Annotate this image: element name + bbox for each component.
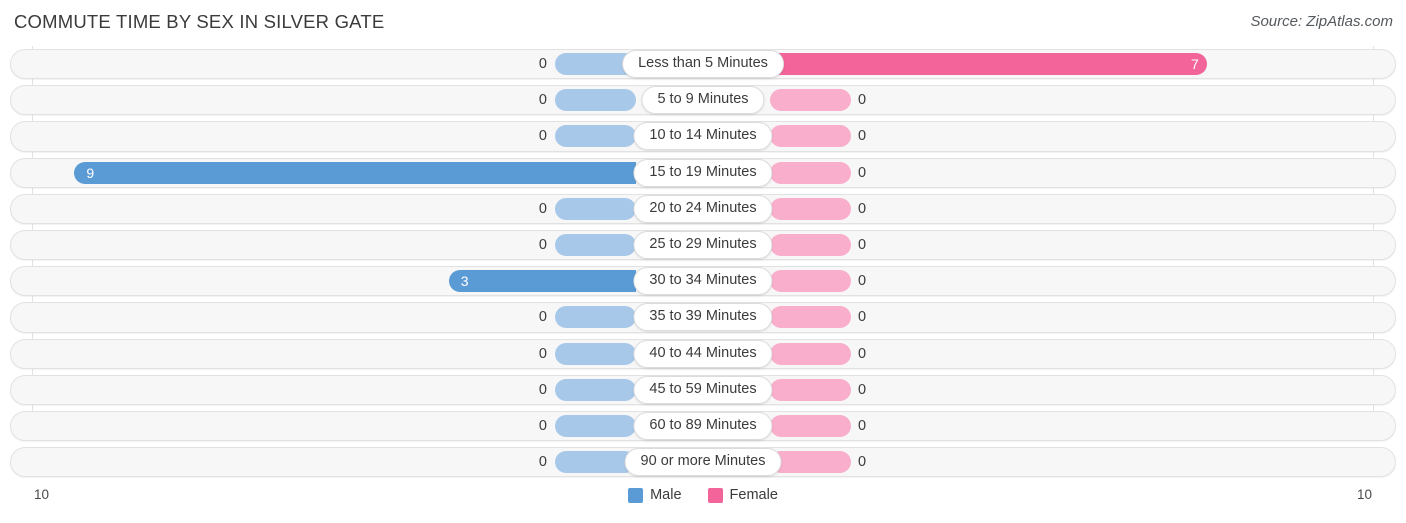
male-value-label: 0 — [538, 417, 547, 434]
page-title: COMMUTE TIME BY SEX IN SILVER GATE — [14, 11, 385, 32]
female-bar[interactable] — [770, 234, 851, 257]
category-label-pill: Less than 5 Minutes — [622, 50, 784, 79]
male-bar[interactable] — [555, 342, 636, 365]
legend-label: Female — [729, 487, 778, 503]
female-value-label: 0 — [858, 417, 867, 434]
legend-item[interactable]: Male — [628, 487, 682, 503]
bar-row: 0 0 25 to 29 Minutes — [0, 227, 1406, 263]
source-label: Source: ZipAtlas.com — [1250, 13, 1393, 30]
bar-row: 0 0 10 to 14 Minutes — [0, 118, 1406, 154]
male-bar[interactable] — [555, 197, 636, 220]
female-value-label: 0 — [858, 128, 867, 145]
male-value-label: 9 — [86, 164, 95, 181]
bar-row: 0 0 5 to 9 Minutes — [0, 82, 1406, 118]
female-bar[interactable] — [770, 414, 851, 437]
chart-legend: Male Female — [0, 487, 1406, 503]
male-bar[interactable] — [555, 125, 636, 148]
male-bar[interactable] — [555, 414, 636, 437]
bar-row: 0 0 60 to 89 Minutes — [0, 408, 1406, 444]
female-bar[interactable] — [770, 125, 851, 148]
bar-row: 0 0 40 to 44 Minutes — [0, 336, 1406, 372]
category-label-pill: 30 to 34 Minutes — [633, 267, 773, 296]
male-bar[interactable] — [74, 161, 636, 184]
female-bar[interactable] — [770, 270, 851, 293]
male-value-label: 0 — [538, 309, 547, 326]
bar-row: 0 0 45 to 59 Minutes — [0, 372, 1406, 408]
male-value-label: 0 — [538, 345, 547, 362]
female-value-label: 0 — [858, 92, 867, 109]
male-bar[interactable] — [555, 378, 636, 401]
male-bar[interactable] — [555, 306, 636, 329]
male-bar[interactable] — [555, 234, 636, 257]
female-bar[interactable] — [770, 378, 851, 401]
category-label-pill: 60 to 89 Minutes — [633, 411, 773, 440]
male-value-label: 0 — [538, 128, 547, 145]
bar-row: 0 0 35 to 39 Minutes — [0, 299, 1406, 335]
category-label-pill: 40 to 44 Minutes — [633, 339, 773, 368]
category-label-pill: 25 to 29 Minutes — [633, 231, 773, 260]
bar-row: 0 7 Less than 5 Minutes — [0, 46, 1406, 82]
male-value-label: 0 — [538, 237, 547, 254]
female-value-label: 0 — [858, 381, 867, 398]
male-bar[interactable] — [555, 89, 636, 112]
male-value-label: 0 — [538, 56, 547, 73]
chart-footer: 10 10 Male Female — [0, 483, 1406, 523]
male-bar[interactable] — [448, 270, 636, 293]
female-value-label: 0 — [858, 273, 867, 290]
female-value-label: 0 — [858, 237, 867, 254]
male-value-label: 0 — [538, 92, 547, 109]
category-label-pill: 15 to 19 Minutes — [633, 158, 773, 187]
category-label-pill: 45 to 59 Minutes — [633, 375, 773, 404]
female-value-label: 0 — [858, 164, 867, 181]
chart-header: COMMUTE TIME BY SEX IN SILVER GATE Sourc… — [0, 0, 1406, 46]
legend-item[interactable]: Female — [707, 487, 778, 503]
category-label-pill: 35 to 39 Minutes — [633, 303, 773, 332]
legend-label: Male — [650, 487, 682, 503]
chart-plot-area: 0 7 Less than 5 Minutes 0 0 5 to 9 Minutes 0 0 1… — [0, 46, 1406, 483]
female-bar[interactable] — [770, 89, 851, 112]
male-value-label: 0 — [538, 454, 547, 471]
legend-swatch-icon — [707, 487, 723, 503]
bar-row: 3 0 30 to 34 Minutes — [0, 263, 1406, 299]
bar-row: 0 0 90 or more Minutes — [0, 444, 1406, 480]
bar-row: 9 0 15 to 19 Minutes — [0, 155, 1406, 191]
female-bar[interactable] — [770, 342, 851, 365]
female-bar[interactable] — [770, 306, 851, 329]
female-bar[interactable] — [770, 53, 1207, 76]
female-value-label: 7 — [1191, 56, 1199, 73]
legend-swatch-icon — [628, 487, 644, 503]
category-label-pill: 5 to 9 Minutes — [641, 86, 765, 115]
female-bar[interactable] — [770, 451, 851, 474]
male-value-label: 0 — [538, 200, 547, 217]
female-bar[interactable] — [770, 161, 851, 184]
category-label-pill: 90 or more Minutes — [624, 448, 782, 477]
female-value-label: 0 — [858, 309, 867, 326]
bar-row: 0 0 20 to 24 Minutes — [0, 191, 1406, 227]
female-value-label: 0 — [858, 345, 867, 362]
category-label-pill: 10 to 14 Minutes — [633, 122, 773, 151]
category-label-pill: 20 to 24 Minutes — [633, 194, 773, 223]
bar-rows-container: 0 7 Less than 5 Minutes 0 0 5 to 9 Minutes 0 0 1… — [0, 46, 1406, 480]
male-value-label: 0 — [538, 381, 547, 398]
female-value-label: 0 — [858, 454, 867, 471]
female-value-label: 0 — [858, 200, 867, 217]
male-value-label: 3 — [460, 273, 469, 290]
female-bar[interactable] — [770, 197, 851, 220]
